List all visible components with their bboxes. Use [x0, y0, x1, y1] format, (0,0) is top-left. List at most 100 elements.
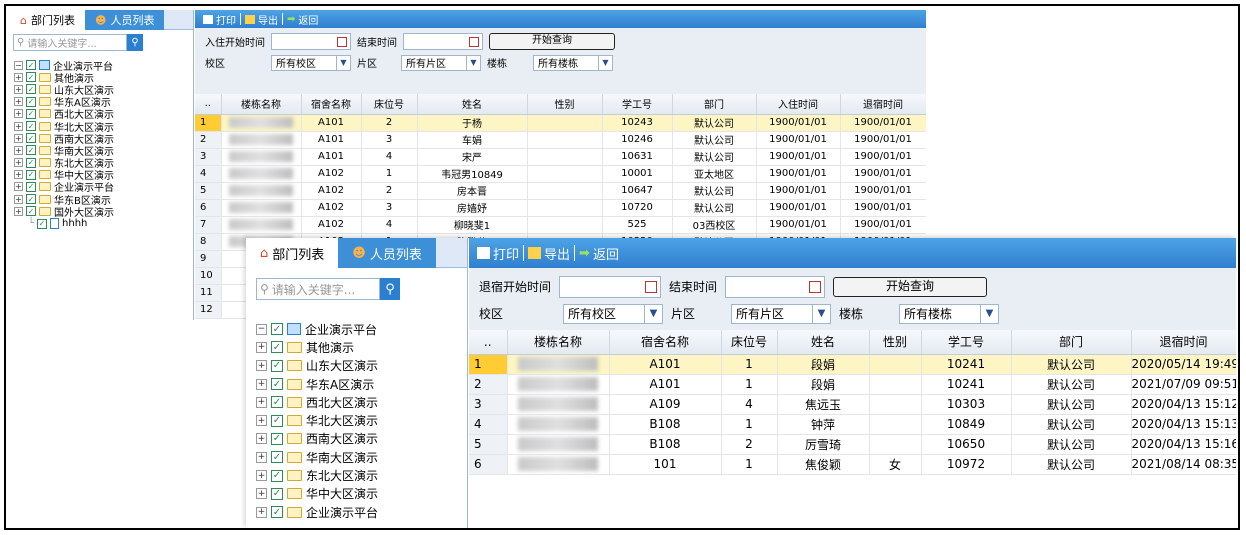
search-button[interactable]: ⚲	[127, 34, 143, 51]
building-select[interactable]: 所有楼栋 ▼	[899, 303, 999, 324]
tree-node[interactable]: + ✓ 企业演示平台	[256, 503, 467, 521]
tree-node[interactable]: + ✓ 华南大区演示	[256, 448, 467, 466]
start-date-input[interactable]	[271, 33, 351, 50]
tab-dept-list[interactable]: ⌂ 部门列表	[246, 238, 339, 268]
column-header[interactable]: 姓名	[777, 330, 870, 355]
checkbox-checked[interactable]: ✓	[26, 96, 36, 107]
column-header[interactable]: 楼栋名称	[507, 330, 610, 355]
table-row[interactable]: 6 1011焦俊颖女10972默认公司2021/08/14 08:35:19	[469, 454, 1236, 475]
checkbox-checked[interactable]: ✓	[271, 341, 283, 354]
tree-node[interactable]: + ✓ 其他演示	[256, 338, 467, 356]
column-header[interactable]: 部门	[672, 94, 757, 115]
expand-icon[interactable]: +	[256, 415, 267, 427]
building-select[interactable]: 所有楼栋 ▼	[533, 54, 613, 71]
checkbox-checked[interactable]: ✓	[271, 506, 283, 519]
checkbox-checked[interactable]: ✓	[37, 218, 48, 229]
checkbox-checked[interactable]: ✓	[271, 359, 283, 372]
tree-node[interactable]: + ✓ 国外大区演示	[14, 205, 193, 219]
checkbox-checked[interactable]: ✓	[26, 84, 36, 95]
table-row[interactable]: 4 B1081钟萍 10849默认公司2020/04/13 15:13:24	[469, 414, 1236, 435]
start-query-button[interactable]: 开始查询	[833, 276, 988, 297]
checkbox-checked[interactable]: ✓	[271, 378, 283, 391]
column-header[interactable]: 性别	[527, 94, 603, 115]
expand-icon[interactable]: +	[256, 396, 267, 408]
expand-icon[interactable]: +	[14, 206, 23, 216]
expand-icon[interactable]: +	[256, 378, 267, 390]
checkbox-checked[interactable]: ✓	[26, 133, 36, 144]
expand-icon[interactable]: +	[14, 109, 23, 119]
expand-icon[interactable]: +	[256, 506, 267, 518]
area-select[interactable]: 所有片区 ▼	[401, 54, 481, 71]
back-button[interactable]: ➡ 返回	[579, 244, 619, 263]
end-date-input[interactable]	[403, 33, 483, 50]
expand-icon[interactable]: +	[256, 470, 267, 482]
checkbox-checked[interactable]: ✓	[26, 121, 36, 132]
column-header[interactable]: 楼栋名称	[221, 94, 302, 115]
table-row[interactable]: 4 A102 1 韦冠男10849 10001 亚太地区 1900/01/01 1900/01…	[195, 165, 926, 183]
tree-node[interactable]: + ✓ 西北大区演示	[256, 393, 467, 411]
tree-root[interactable]: − ✓ 企业演示平台	[256, 320, 467, 338]
table-row[interactable]: 6 A102 3 房嫱妤 10720 默认公司 1900/01/01 1900/01/01	[195, 199, 926, 217]
tree-root[interactable]: − ✓ 企业演示平台	[14, 59, 193, 73]
expand-icon[interactable]: +	[14, 84, 23, 94]
checkbox-checked[interactable]: ✓	[26, 157, 36, 168]
end-date-input[interactable]	[725, 275, 826, 298]
calendar-icon[interactable]	[469, 36, 479, 47]
expand-icon[interactable]: +	[256, 360, 267, 372]
export-button[interactable]: 导出	[245, 12, 278, 27]
column-header[interactable]: 性别	[869, 330, 922, 355]
expand-icon[interactable]: +	[14, 133, 23, 143]
column-header[interactable]: 入住时间	[756, 94, 841, 115]
tree-leaf[interactable]: └ ✓ hhhh	[14, 217, 193, 230]
table-row[interactable]: 1A1011段娟10241默认公司2020/05/14 19:49:26	[469, 354, 1236, 375]
checkbox-checked[interactable]: ✓	[271, 469, 283, 482]
calendar-icon[interactable]	[337, 36, 347, 47]
checkbox-checked[interactable]: ✓	[271, 323, 283, 336]
checkbox-checked[interactable]: ✓	[271, 432, 283, 445]
table-row[interactable]: 5 A102 2 房本晋 10647 默认公司 1900/01/01 1900/01/01	[195, 182, 926, 200]
checkbox-checked[interactable]: ✓	[26, 206, 36, 217]
checkbox-checked[interactable]: ✓	[271, 487, 283, 500]
collapse-icon[interactable]: −	[256, 323, 267, 335]
column-header[interactable]: 床位号	[361, 94, 418, 115]
expand-icon[interactable]: +	[14, 158, 23, 168]
search-input[interactable]: ⚲ 请输入关键字...	[13, 34, 127, 51]
expand-icon[interactable]: +	[256, 433, 267, 445]
column-header[interactable]: 宿舍名称	[609, 330, 722, 355]
checkbox-checked[interactable]: ✓	[26, 145, 36, 156]
tree-node[interactable]: + ✓ 华东A区演示	[256, 375, 467, 393]
column-header[interactable]: 部门	[1011, 330, 1132, 355]
table-row[interactable]: 3 A101 4 宋严 10631 默认公司 1900/01/01 1900/01/01	[195, 148, 926, 166]
checkbox-checked[interactable]: ✓	[26, 169, 36, 180]
table-row[interactable]: 1 A101 2 于杨 10243 默认公司 1900/01/01 1900/01/01	[195, 114, 926, 132]
table-row[interactable]: 7 A102 4 柳晓斐1 525 03西校区 1900/01/01 1900/01/01	[195, 216, 926, 234]
search-button[interactable]: ⚲	[380, 278, 400, 300]
expand-icon[interactable]: +	[14, 72, 23, 82]
table-row[interactable]: 3 A1094焦远玉 10303默认公司2020/04/13 15:12:13	[469, 394, 1236, 415]
checkbox-checked[interactable]: ✓	[26, 72, 36, 83]
checkbox-checked[interactable]: ✓	[26, 108, 36, 119]
search-input[interactable]: ⚲ 请输入关键字...	[256, 278, 380, 300]
expand-icon[interactable]: +	[14, 121, 23, 131]
checkbox-checked[interactable]: ✓	[271, 414, 283, 427]
tab-people-list[interactable]: ☻ 人员列表	[338, 238, 436, 268]
tree-node[interactable]: + ✓ 华中大区演示	[256, 485, 467, 503]
campus-select[interactable]: 所有校区 ▼	[563, 303, 663, 324]
column-header[interactable]: 姓名	[417, 94, 528, 115]
checkbox-checked[interactable]: ✓	[271, 451, 283, 464]
print-button[interactable]: 打印	[203, 12, 236, 27]
table-row[interactable]: 5 B1082厉雪琦 10650默认公司2020/04/13 15:16:26	[469, 434, 1236, 455]
tree-node[interactable]: + ✓ 西南大区演示	[256, 430, 467, 448]
checkbox-checked[interactable]: ✓	[26, 194, 36, 205]
column-header[interactable]: 宿舍名称	[301, 94, 362, 115]
table-row[interactable]: 2 A1011段娟 10241默认公司2021/07/09 09:51:44	[469, 374, 1236, 395]
start-date-input[interactable]	[559, 275, 662, 298]
column-header[interactable]: 退宿时间	[1131, 330, 1236, 355]
expand-icon[interactable]: +	[14, 170, 23, 180]
column-header[interactable]: 床位号	[721, 330, 778, 355]
tab-people-list[interactable]: ☻ 人员列表	[84, 10, 165, 30]
back-button[interactable]: ➡ 返回	[287, 12, 318, 27]
expand-icon[interactable]: +	[256, 341, 267, 353]
checkbox-checked[interactable]: ✓	[271, 396, 283, 409]
print-button[interactable]: 打印	[477, 244, 519, 263]
